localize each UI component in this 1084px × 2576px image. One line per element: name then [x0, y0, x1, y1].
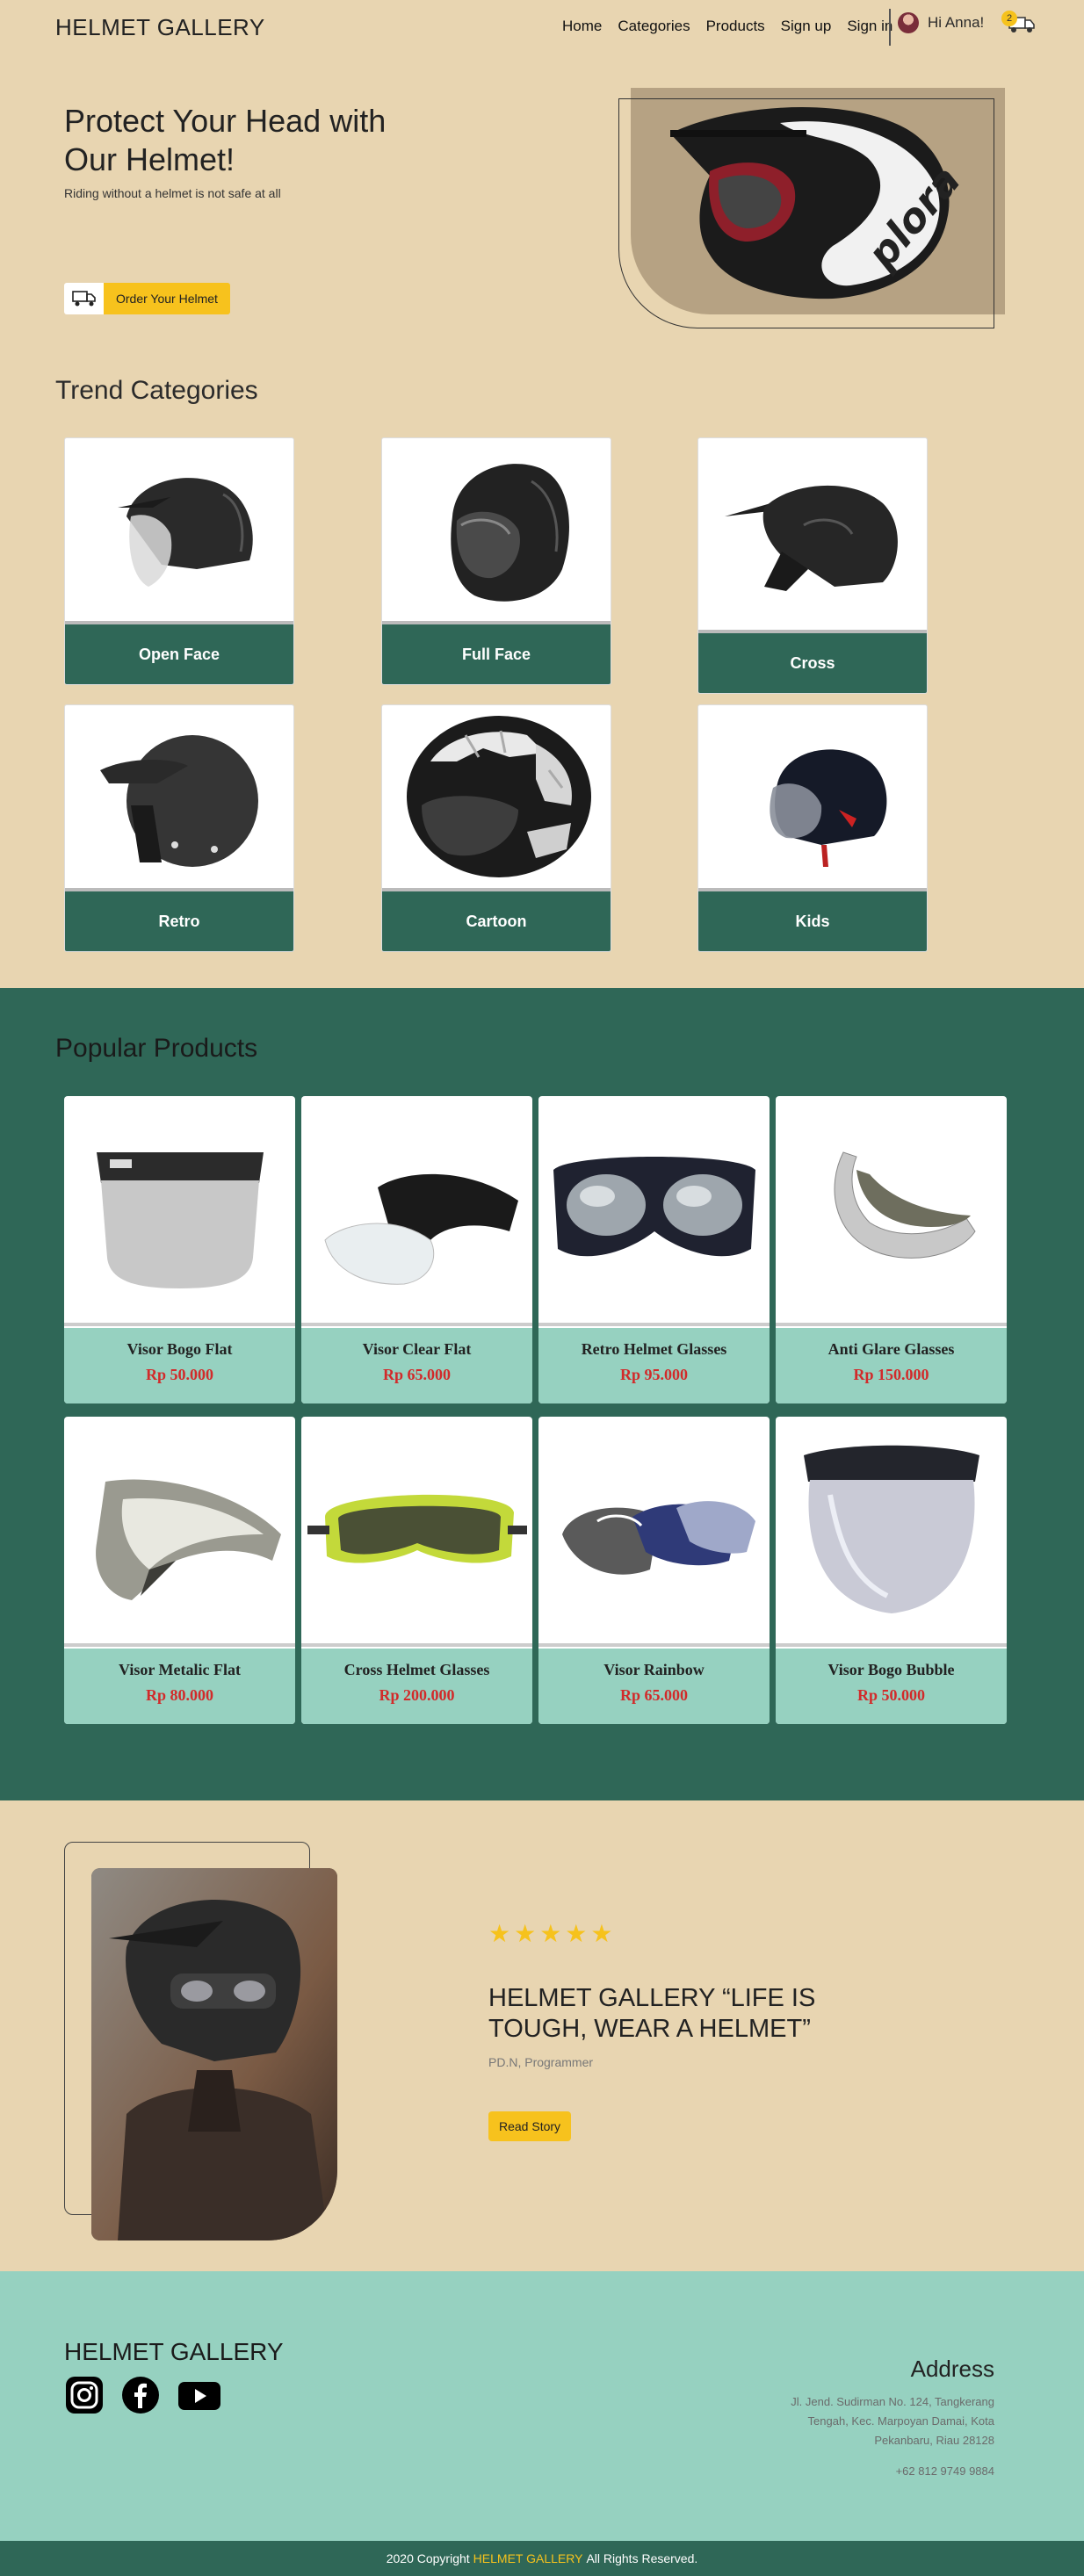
nav-divider — [889, 9, 891, 46]
brand-logo[interactable]: HELMET GALLERY — [55, 14, 265, 41]
product-info: Visor Clear Flat Rp 65.000 — [301, 1328, 532, 1403]
category-card-retro[interactable]: Retro — [64, 704, 294, 952]
phone-number: +62 812 9749 9884 — [895, 2464, 994, 2478]
product-price: Rp 95.000 — [619, 1366, 688, 1383]
copyright-bar: 2020 Copyright HELMET GALLERY All Rights… — [0, 2541, 1084, 2576]
testimonial-author: PD.N, Programmer — [488, 2055, 594, 2069]
product-card-cross-helmet-glasses[interactable]: Cross Helmet Glasses Rp 200.000 — [301, 1417, 532, 1724]
order-helmet-button[interactable]: Order Your Helmet — [64, 283, 230, 314]
nav-link-sign-up[interactable]: Sign up — [781, 18, 832, 35]
visor-bogo-bubble-image — [776, 1417, 1007, 1647]
footer: HELMET GALLERY Address Jl. Jend. Sudirma… — [0, 2271, 1084, 2541]
hero-subtitle: Riding without a helmet is not safe at a… — [64, 186, 281, 200]
product-card-visor-metalic-flat[interactable]: Visor Metalic Flat Rp 80.000 — [64, 1417, 295, 1724]
product-name: Anti Glare Glasses — [827, 1340, 955, 1358]
category-label: Retro — [65, 891, 293, 951]
product-card-visor-bogo-flat[interactable]: Visor Bogo Flat Rp 50.000 — [64, 1096, 295, 1403]
product-name: Cross Helmet Glasses — [343, 1661, 490, 1678]
social-links — [64, 2375, 222, 2415]
product-price: Rp 200.000 — [379, 1686, 455, 1704]
category-card-cross[interactable]: Cross — [697, 437, 928, 694]
product-name: Visor Rainbow — [603, 1661, 705, 1678]
category-card-full-face[interactable]: Full Face — [381, 437, 611, 685]
nav-link-categories[interactable]: Categories — [618, 18, 690, 35]
testimonial-quote: HELMET GALLERY “LIFE IS TOUGH, WEAR A HE… — [488, 1984, 816, 2043]
product-price: Rp 65.000 — [619, 1686, 688, 1704]
hero-frame-decoration — [618, 98, 994, 328]
product-info: Anti Glare Glasses Rp 150.000 — [776, 1328, 1007, 1403]
visor-metalic-flat-image — [64, 1417, 295, 1647]
truck-icon — [64, 283, 104, 314]
category-label: Open Face — [65, 624, 293, 684]
category-label: Full Face — [382, 624, 611, 684]
product-price: Rp 50.000 — [145, 1366, 213, 1383]
popular-products-title: Popular Products — [55, 1034, 258, 1063]
visor-clear-flat-image — [301, 1096, 532, 1326]
hero-title: Protect Your Head with Our Helmet! — [64, 103, 387, 177]
retro-helmet-image — [65, 705, 293, 891]
avatar — [898, 12, 919, 33]
product-name: Visor Clear Flat — [362, 1340, 472, 1358]
product-name: Visor Bogo Bubble — [827, 1661, 955, 1678]
cart-count-badge: 2 — [1001, 11, 1017, 26]
product-info: Visor Rainbow Rp 65.000 — [538, 1649, 770, 1724]
instagram-icon[interactable] — [64, 2375, 105, 2415]
category-card-kids[interactable]: Kids — [697, 704, 928, 952]
anti-glare-glasses-image — [776, 1096, 1007, 1326]
nav-link-products[interactable]: Products — [706, 18, 765, 35]
product-card-visor-rainbow[interactable]: Visor Rainbow Rp 65.000 — [538, 1417, 770, 1724]
cross-helmet-glasses-image — [301, 1417, 532, 1647]
category-label: Cross — [698, 633, 927, 693]
product-card-retro-helmet-glasses[interactable]: Retro Helmet Glasses Rp 95.000 — [538, 1096, 770, 1403]
product-price: Rp 80.000 — [145, 1686, 213, 1704]
category-card-open-face[interactable]: Open Face — [64, 437, 294, 685]
user-greeting: Hi Anna! — [928, 14, 985, 31]
product-card-visor-bogo-bubble[interactable]: Visor Bogo Bubble Rp 50.000 — [776, 1417, 1007, 1724]
rider-photo — [91, 1868, 337, 2240]
cart-button[interactable]: 2 — [1001, 11, 1037, 37]
copyright-suffix: All Rights Reserved. — [586, 2551, 698, 2565]
product-info: Visor Bogo Bubble Rp 50.000 — [776, 1649, 1007, 1724]
product-price: Rp 65.000 — [382, 1366, 451, 1383]
nav-links: Home Categories Products Sign up Sign in — [562, 18, 908, 35]
visor-bogo-flat-image — [64, 1096, 295, 1326]
categories-title: Trend Categories — [55, 376, 258, 405]
youtube-icon[interactable] — [177, 2375, 222, 2415]
product-name: Retro Helmet Glasses — [581, 1340, 727, 1358]
nav-link-sign-in[interactable]: Sign in — [847, 18, 892, 35]
open-face-helmet-image — [65, 438, 293, 624]
facebook-icon[interactable] — [120, 2375, 161, 2415]
product-price: Rp 50.000 — [856, 1686, 925, 1704]
product-card-anti-glare-glasses[interactable]: Anti Glare Glasses Rp 150.000 — [776, 1096, 1007, 1403]
product-info: Visor Bogo Flat Rp 50.000 — [64, 1328, 295, 1403]
nav-link-home[interactable]: Home — [562, 18, 602, 35]
category-label: Cartoon — [382, 891, 611, 951]
popular-products-section: Popular Products Visor Bogo Flat Rp 50.0… — [0, 988, 1084, 1800]
product-name: Visor Bogo Flat — [126, 1340, 233, 1358]
user-menu[interactable]: Hi Anna! — [898, 12, 984, 33]
product-info: Retro Helmet Glasses Rp 95.000 — [538, 1328, 770, 1403]
footer-brand: HELMET GALLERY — [64, 2338, 284, 2365]
product-price: Rp 150.000 — [853, 1366, 929, 1383]
full-face-helmet-image — [382, 438, 611, 624]
product-card-visor-clear-flat[interactable]: Visor Clear Flat Rp 65.000 — [301, 1096, 532, 1403]
address-title: Address — [910, 2356, 994, 2382]
cross-helmet-image — [698, 438, 927, 633]
product-name: Visor Metalic Flat — [119, 1661, 241, 1678]
copyright-prefix: 2020 Copyright — [386, 2551, 470, 2565]
product-info: Visor Metalic Flat Rp 80.000 — [64, 1649, 295, 1724]
cartoon-helmet-image — [382, 705, 611, 891]
navbar: HELMET GALLERY Home Categories Products … — [0, 0, 1084, 54]
copyright-brand: HELMET GALLERY — [473, 2551, 583, 2565]
address-text: Jl. Jend. Sudirman No. 124, Tangkerang T… — [791, 2395, 994, 2447]
kids-helmet-image — [698, 705, 927, 891]
order-helmet-label: Order Your Helmet — [104, 283, 230, 314]
category-label: Kids — [698, 891, 927, 951]
product-info: Cross Helmet Glasses Rp 200.000 — [301, 1649, 532, 1724]
category-card-cartoon[interactable]: Cartoon — [381, 704, 611, 952]
visor-rainbow-image — [538, 1417, 770, 1647]
retro-helmet-glasses-image — [538, 1096, 770, 1326]
rating-stars: ★★★★★ — [488, 1920, 617, 1947]
read-story-button[interactable]: Read Story — [488, 2111, 572, 2141]
